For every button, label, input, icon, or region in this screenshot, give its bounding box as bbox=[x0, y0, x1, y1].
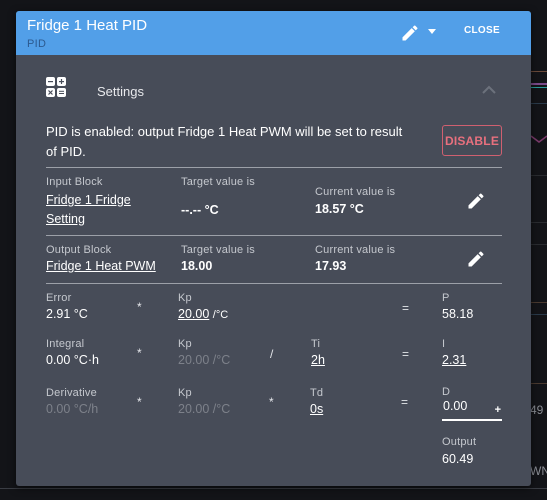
output-current-label: Current value is bbox=[315, 244, 396, 256]
p-label: P bbox=[442, 292, 450, 304]
output-target-label: Target value is bbox=[181, 244, 255, 256]
input-target-label: Target value is bbox=[181, 176, 255, 188]
equals-operator: = bbox=[401, 395, 409, 409]
i-label: I bbox=[442, 338, 446, 350]
dialog-header: Fridge 1 Heat PID PID CLOSE bbox=[16, 11, 531, 55]
kp-value-readonly: 20.00 /°C bbox=[178, 353, 231, 367]
derivative-label: Derivative bbox=[46, 387, 97, 399]
ti-label: Ti bbox=[311, 338, 321, 350]
kp-value-readonly: 20.00 /°C bbox=[178, 402, 231, 416]
multiply-operator: * bbox=[269, 395, 274, 409]
kp-label: Kp bbox=[178, 338, 192, 350]
td-value-link[interactable]: 0s bbox=[310, 402, 323, 416]
input-block-label: Input Block bbox=[46, 176, 103, 188]
bg-chart-line bbox=[530, 87, 547, 88]
disable-button[interactable]: DISABLE bbox=[442, 125, 502, 156]
output-value: 60.49 bbox=[442, 452, 474, 466]
kp-label: Kp bbox=[178, 292, 192, 304]
equals-operator: = bbox=[402, 347, 410, 361]
bg-chart-line bbox=[530, 103, 547, 104]
settings-section-header[interactable]: Settings bbox=[16, 55, 531, 115]
integral-value: 0.00 °C·h bbox=[46, 353, 99, 367]
equals-operator: = bbox=[402, 301, 410, 315]
bg-text-fragment: 49 bbox=[530, 403, 544, 417]
kp-unit: /°C bbox=[212, 309, 229, 321]
integral-label: Integral bbox=[46, 338, 85, 350]
divide-operator: / bbox=[270, 347, 274, 361]
bg-divider bbox=[530, 383, 547, 384]
plus-icon[interactable]: + bbox=[495, 404, 501, 416]
error-value: 2.91 °C bbox=[46, 307, 88, 321]
menu-dropdown-icon[interactable] bbox=[428, 29, 436, 34]
input-target-value: --.-- °C bbox=[181, 203, 219, 217]
bg-bottom-line bbox=[0, 488, 547, 489]
calculator-icon bbox=[46, 77, 66, 97]
input-block-link[interactable]: Fridge 1 Fridge Setting bbox=[46, 191, 156, 229]
multiply-operator: * bbox=[137, 395, 142, 409]
derivative-value: 0.00 °C/h bbox=[46, 402, 99, 416]
bg-divider bbox=[530, 314, 547, 315]
error-label: Error bbox=[46, 292, 72, 304]
bg-divider bbox=[530, 222, 547, 223]
output-block-label: Output Block bbox=[46, 244, 112, 256]
dialog-subtitle: PID bbox=[27, 38, 47, 50]
output-target-value: 18.00 bbox=[181, 259, 213, 273]
dialog-title: Fridge 1 Heat PID bbox=[27, 17, 148, 34]
edit-input-pencil-icon[interactable] bbox=[466, 191, 486, 211]
chevron-up-icon[interactable] bbox=[482, 85, 496, 95]
bg-divider bbox=[530, 244, 547, 245]
bg-divider bbox=[530, 175, 547, 176]
edit-pencil-icon[interactable] bbox=[400, 23, 420, 43]
kp-label: Kp bbox=[178, 387, 192, 399]
multiply-operator: * bbox=[137, 300, 142, 314]
bg-divider bbox=[530, 302, 547, 303]
bg-chart-line bbox=[530, 83, 547, 85]
d-value-field[interactable]: 0.00 + bbox=[442, 397, 502, 421]
output-current-value: 17.93 bbox=[315, 259, 347, 273]
pid-status-message: PID is enabled: output Fridge 1 Heat PWM… bbox=[46, 124, 403, 159]
pid-dialog: Fridge 1 Heat PID PID CLOSE Settings PID… bbox=[16, 11, 531, 486]
ti-value-link[interactable]: 2h bbox=[311, 353, 325, 367]
input-current-label: Current value is bbox=[315, 186, 396, 198]
divider bbox=[46, 283, 502, 284]
i-value-link[interactable]: 2.31 bbox=[442, 353, 466, 367]
td-label: Td bbox=[310, 387, 324, 399]
input-current-value: 18.57 °C bbox=[315, 202, 364, 216]
output-label: Output bbox=[442, 436, 477, 448]
multiply-operator: * bbox=[137, 346, 142, 360]
kp-value-link[interactable]: 20.00 bbox=[178, 307, 209, 321]
bg-chart-mark bbox=[531, 135, 547, 143]
edit-output-pencil-icon[interactable] bbox=[466, 249, 486, 269]
divider bbox=[46, 167, 502, 168]
bg-text-fragment: WN bbox=[530, 464, 547, 478]
output-block-link[interactable]: Fridge 1 Heat PWM bbox=[46, 259, 156, 273]
divider bbox=[46, 235, 502, 236]
settings-label: Settings bbox=[97, 84, 144, 99]
bg-chart-line bbox=[530, 71, 547, 72]
p-value: 58.18 bbox=[442, 307, 474, 321]
kp-field: 20.00 /°C bbox=[178, 307, 228, 321]
d-value: 0.00 bbox=[443, 399, 468, 413]
close-button[interactable]: CLOSE bbox=[464, 25, 500, 36]
